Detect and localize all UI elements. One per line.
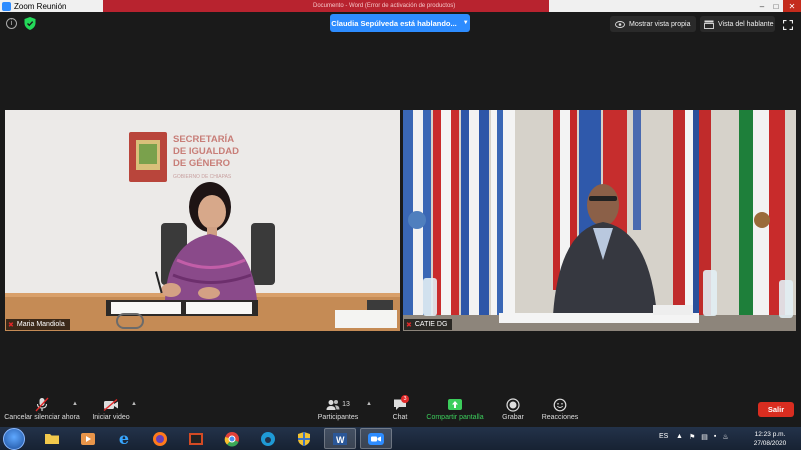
maximize-icon[interactable]: □	[769, 0, 783, 12]
share-screen-button[interactable]: Compartir pantalla	[424, 397, 486, 425]
record-button[interactable]: Grabar	[500, 397, 526, 425]
smiley-icon	[553, 398, 567, 411]
active-speaker-banner[interactable]: Claudia Sepúlveda está hablando... ▼	[330, 14, 470, 32]
sign-text-line-1: SECRETARÍA	[173, 134, 234, 145]
participants-button[interactable]: 13 Participantes	[316, 397, 360, 425]
media-player-icon[interactable]	[72, 428, 104, 449]
muted-mic-icon: ✖	[406, 321, 412, 329]
edge-icon[interactable]	[252, 428, 284, 449]
minimize-icon[interactable]: –	[755, 0, 769, 12]
mic-muted-icon	[35, 397, 49, 412]
show-self-view-button[interactable]: Mostrar vista propia	[610, 16, 696, 32]
participant-video-frame: SECRETARÍA DE IGUALDAD DE GÉNERO GOBIERN…	[5, 110, 400, 331]
chevron-down-icon: ▼	[462, 20, 469, 26]
windows-taskbar: e W ES ▲ ⚑ ▤ ▪ ♨ 12:23 p.m. 27/08/2020	[0, 427, 801, 450]
video-options-caret-icon[interactable]: ▲	[131, 401, 137, 407]
keyboard-language[interactable]: ES	[659, 433, 668, 440]
participant-video-frame	[403, 110, 796, 331]
speaker-view-label: Vista del hablante	[718, 20, 774, 28]
share-screen-label: Compartir pantalla	[426, 414, 484, 421]
security-center-icon[interactable]	[288, 428, 320, 449]
unmute-label: Cancelar silenciar ahora	[4, 414, 80, 421]
participant-name-tag: ✖ Maria Mandiola	[6, 319, 70, 330]
chat-unread-badge: 3	[401, 395, 409, 403]
background-window-title: Documento - Word (Error de activación de…	[313, 3, 456, 9]
participants-options-caret-icon[interactable]: ▲	[366, 401, 372, 407]
speaker-view-button[interactable]: Vista del hablante	[700, 16, 775, 32]
active-speaker-text: Claudia Sepúlveda está hablando...	[331, 18, 457, 28]
chat-label: Chat	[392, 414, 408, 421]
start-video-label: Iniciar video	[92, 414, 130, 421]
volume-icon[interactable]: ♨	[722, 433, 728, 441]
record-icon	[506, 397, 520, 412]
title-bar: Zoom Reunión Documento - Word (Error de …	[0, 0, 801, 12]
unmute-button[interactable]: Cancelar silenciar ahora	[4, 397, 80, 425]
participants-count: 13	[342, 401, 350, 408]
participant-name-tag: ✖ CATIE DG	[404, 319, 453, 330]
leave-meeting-button[interactable]: Salir	[758, 402, 794, 417]
video-off-icon	[103, 398, 118, 411]
clock-date: 27/08/2020	[753, 440, 787, 447]
chat-button[interactable]: 3 Chat	[387, 395, 413, 425]
eye-icon	[615, 20, 625, 28]
chrome-icon[interactable]	[216, 428, 248, 449]
close-icon[interactable]: ✕	[783, 0, 801, 12]
internet-explorer-icon[interactable]: e	[108, 428, 140, 449]
shield-icon[interactable]	[24, 17, 36, 30]
zoom-logo-icon	[2, 1, 11, 11]
window-controls: – □ ✕	[755, 0, 801, 12]
info-icon[interactable]: i	[6, 18, 17, 29]
sign-text-line-2: DE IGUALDAD	[173, 146, 239, 157]
meeting-toolbar: Cancelar silenciar ahora ▲ Iniciar video…	[0, 393, 801, 427]
meeting-top-bar: i Claudia Sepúlveda está hablando... ▼ M…	[0, 12, 801, 36]
svg-text:W: W	[336, 435, 345, 445]
window-title: Zoom Reunión	[14, 1, 67, 11]
leave-meeting-label: Salir	[767, 405, 785, 414]
presentation-app-icon[interactable]	[180, 428, 212, 449]
participants-icon	[326, 399, 340, 410]
participants-label: Participantes	[317, 414, 359, 421]
participant-name: CATIE DG	[414, 321, 448, 328]
system-tray: ▲ ⚑ ▤ ▪ ♨	[676, 433, 729, 441]
flag-icon[interactable]: ⚑	[689, 433, 695, 441]
participant-name: Maria Mandiola	[16, 321, 65, 328]
network-icon[interactable]: ▤	[701, 433, 708, 441]
muted-mic-icon: ✖	[8, 321, 14, 329]
clock-time: 12:23 p.m.	[754, 431, 786, 438]
zoom-taskbar-icon[interactable]	[360, 428, 392, 449]
system-clock[interactable]: 12:23 p.m. 27/08/2020	[745, 430, 795, 448]
audio-options-caret-icon[interactable]: ▲	[72, 401, 78, 407]
background-window-strip: Documento - Word (Error de activación de…	[103, 0, 549, 12]
bluetooth-icon[interactable]: ▪	[714, 433, 716, 441]
record-label: Grabar	[502, 414, 524, 421]
start-video-button[interactable]: Iniciar video	[88, 397, 134, 425]
start-button-icon[interactable]	[3, 428, 25, 450]
speaker-view-icon	[704, 20, 714, 29]
reactions-label: Reacciones	[541, 414, 579, 421]
fullscreen-icon[interactable]	[783, 20, 793, 30]
video-tile-catie-dg[interactable]: ✖ CATIE DG	[403, 110, 796, 331]
word-icon[interactable]: W	[324, 428, 356, 449]
tray-expand-icon[interactable]: ▲	[676, 433, 683, 441]
firefox-icon[interactable]	[144, 428, 176, 449]
sign-text-line-3: DE GÉNERO	[173, 158, 230, 169]
video-tile-maria-mandiola[interactable]: SECRETARÍA DE IGUALDAD DE GÉNERO GOBIERN…	[5, 110, 400, 331]
share-screen-icon	[448, 399, 462, 410]
sign-text-line-4: GOBIERNO DE CHIAPAS	[173, 174, 232, 180]
zoom-meeting-window: Zoom Reunión Documento - Word (Error de …	[0, 0, 801, 450]
reactions-button[interactable]: Reacciones	[540, 397, 580, 425]
file-explorer-icon[interactable]	[36, 428, 68, 449]
show-self-view-label: Mostrar vista propia	[629, 20, 691, 28]
